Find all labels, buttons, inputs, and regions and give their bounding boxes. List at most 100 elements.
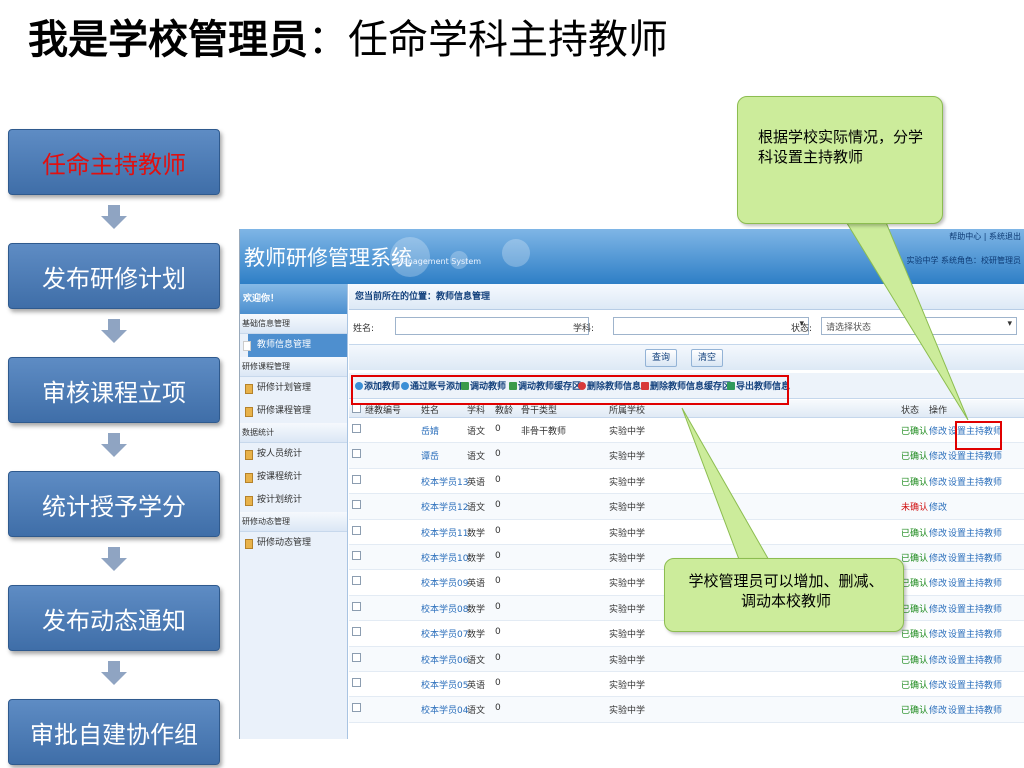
cell-status: 已确认 xyxy=(901,630,929,641)
sidebar-item-plan[interactable]: 研修计划管理 xyxy=(240,377,347,400)
sidebar-item-label: 研修计划管理 xyxy=(257,383,312,393)
cell-school: 实验中学 xyxy=(609,630,646,641)
sidebar-item-course[interactable]: 研修课程管理 xyxy=(240,400,347,423)
row-checkbox[interactable] xyxy=(352,652,361,662)
flow-step-plan[interactable]: 发布研修计划 xyxy=(8,243,220,309)
assign-host-link[interactable]: 设置主持教师 xyxy=(948,627,1002,640)
flow-step-notice[interactable]: 发布动态通知 xyxy=(8,585,220,651)
subject-select[interactable]: ▾ xyxy=(613,317,809,335)
row-checkbox[interactable] xyxy=(352,576,361,586)
table-row[interactable]: 校本学员13 英语 0 实验中学 已确认 修改 设置主持教师 xyxy=(349,469,1024,495)
sidebar-group-basic[interactable]: 基础信息管理 xyxy=(240,314,347,334)
sidebar-group-news[interactable]: 研修动态管理 xyxy=(240,512,347,532)
sidebar-item-stat-plan[interactable]: 按计划统计 xyxy=(240,489,347,512)
cell-name[interactable]: 岳婧 xyxy=(421,424,439,437)
assign-host-link[interactable]: 设置主持教师 xyxy=(948,602,1002,615)
flow-down-arrow-icon xyxy=(101,547,127,571)
row-checkbox[interactable] xyxy=(352,703,361,713)
app-subtitle: Management System xyxy=(396,257,482,266)
assign-host-link[interactable]: 设置主持教师 xyxy=(948,526,1002,539)
select-all-checkbox[interactable] xyxy=(352,404,361,413)
edit-link[interactable]: 修改 xyxy=(929,424,947,437)
edit-link[interactable]: 修改 xyxy=(929,653,947,666)
document-icon xyxy=(245,539,253,549)
sidebar-item-stat-course[interactable]: 按课程统计 xyxy=(240,466,347,489)
status-select[interactable]: 请选择状态 ▾ xyxy=(821,317,1017,335)
row-checkbox[interactable] xyxy=(352,525,361,535)
table-row[interactable]: 校本学员11 数学 0 实验中学 已确认 修改 设置主持教师 xyxy=(349,520,1024,545)
assign-host-link[interactable]: 设置主持教师 xyxy=(948,703,1002,716)
table-row[interactable]: 校本学员04 语文 0 实验中学 已确认 修改 设置主持教师 xyxy=(349,697,1024,723)
edit-link[interactable]: 修改 xyxy=(929,526,947,539)
cell-age: 0 xyxy=(495,703,501,714)
cell-age: 0 xyxy=(495,525,501,536)
row-checkbox[interactable] xyxy=(352,424,361,433)
slide-title: 我是学校管理员：任命学科主持教师 xyxy=(28,10,668,70)
flow-step-review[interactable]: 审核课程立项 xyxy=(8,357,220,423)
cell-name[interactable]: 校本学员10 xyxy=(421,551,468,564)
edit-link[interactable]: 修改 xyxy=(929,449,947,462)
cell-subject: 语文 xyxy=(467,452,486,463)
cell-school: 实验中学 xyxy=(609,528,646,539)
cell-name[interactable]: 校本学员07 xyxy=(421,627,468,640)
sidebar-item-stat-person[interactable]: 按人员统计 xyxy=(240,443,347,466)
assign-host-link[interactable]: 设置主持教师 xyxy=(948,475,1002,488)
assign-host-link[interactable]: 设置主持教师 xyxy=(948,653,1002,666)
assign-host-link[interactable]: 设置主持教师 xyxy=(948,551,1002,564)
chevron-down-icon: ▾ xyxy=(1007,319,1012,329)
edit-link[interactable]: 修改 xyxy=(929,627,947,640)
sidebar-group-stats[interactable]: 数据统计 xyxy=(240,423,347,443)
row-checkbox[interactable] xyxy=(352,627,361,637)
cell-name[interactable]: 校本学员05 xyxy=(421,678,468,691)
table-row[interactable]: 岳婧 语文 0 非骨干教师 实验中学 已确认 修改 设置主持教师 xyxy=(349,418,1024,444)
cell-subject: 数学 xyxy=(467,604,486,615)
sidebar-group-course[interactable]: 研修课程管理 xyxy=(240,357,347,377)
sidebar-item-label: 研修课程管理 xyxy=(257,406,312,416)
row-checkbox[interactable] xyxy=(352,449,361,459)
table-row[interactable]: 校本学员05 英语 0 实验中学 已确认 修改 设置主持教师 xyxy=(349,672,1024,698)
cell-age: 0 xyxy=(495,601,501,612)
header-links[interactable]: 帮助中心 | 系统退出 xyxy=(949,231,1021,242)
cell-name[interactable]: 校本学员13 xyxy=(421,475,468,488)
sidebar-welcome: 欢迎你！ xyxy=(240,284,347,314)
cell-status: 已确认 xyxy=(901,655,929,666)
cell-name[interactable]: 谭岳 xyxy=(421,449,439,462)
edit-link[interactable]: 修改 xyxy=(929,678,947,691)
flow-step-credits[interactable]: 统计授予学分 xyxy=(8,471,220,537)
query-button[interactable]: 查询 xyxy=(645,349,678,367)
row-checkbox[interactable] xyxy=(352,677,361,687)
table-row[interactable]: 校本学员06 语文 0 实验中学 已确认 修改 设置主持教师 xyxy=(349,646,1024,672)
table-row[interactable]: 校本学员12 语文 0 实验中学 未确认 修改 xyxy=(349,494,1024,520)
name-input[interactable] xyxy=(395,317,589,335)
cell-name[interactable]: 校本学员09 xyxy=(421,576,468,589)
row-checkbox[interactable] xyxy=(352,500,361,510)
flow-step-appoint[interactable]: 任命主持教师 xyxy=(8,129,220,195)
cell-name[interactable]: 校本学员06 xyxy=(421,653,468,666)
col-actions: 操作 xyxy=(929,406,948,416)
cell-name[interactable]: 校本学员11 xyxy=(421,526,468,539)
cell-name[interactable]: 校本学员12 xyxy=(421,500,468,513)
sidebar-item-teacher-info[interactable]: 教师信息管理 xyxy=(243,334,347,357)
cell-school: 实验中学 xyxy=(609,680,646,691)
edit-link[interactable]: 修改 xyxy=(929,602,947,615)
edit-link[interactable]: 修改 xyxy=(929,475,947,488)
clear-button[interactable]: 清空 xyxy=(691,349,724,367)
cell-subject: 语文 xyxy=(467,706,486,717)
header-user-info: ：实验中学 系统角色：校研管理员 xyxy=(898,256,1021,265)
assign-host-link[interactable]: 设置主持教师 xyxy=(948,449,1002,462)
row-checkbox[interactable] xyxy=(352,474,361,484)
row-checkbox[interactable] xyxy=(352,601,361,611)
assign-host-link[interactable]: 设置主持教师 xyxy=(948,678,1002,691)
edit-link[interactable]: 修改 xyxy=(929,576,947,589)
edit-link[interactable]: 修改 xyxy=(929,551,947,564)
cell-name[interactable]: 校本学员08 xyxy=(421,602,468,615)
table-row[interactable]: 谭岳 语文 0 实验中学 已确认 修改 设置主持教师 xyxy=(349,443,1024,469)
assign-host-link[interactable]: 设置主持教师 xyxy=(948,576,1002,589)
row-checkbox[interactable] xyxy=(352,550,361,560)
sidebar-item-news[interactable]: 研修动态管理 xyxy=(240,532,347,555)
cell-name[interactable]: 校本学员04 xyxy=(421,703,468,716)
edit-link[interactable]: 修改 xyxy=(929,703,947,716)
edit-link[interactable]: 修改 xyxy=(929,500,947,513)
status-label: 状态: xyxy=(791,324,813,334)
flow-step-group[interactable]: 审批自建协作组 xyxy=(8,699,220,765)
